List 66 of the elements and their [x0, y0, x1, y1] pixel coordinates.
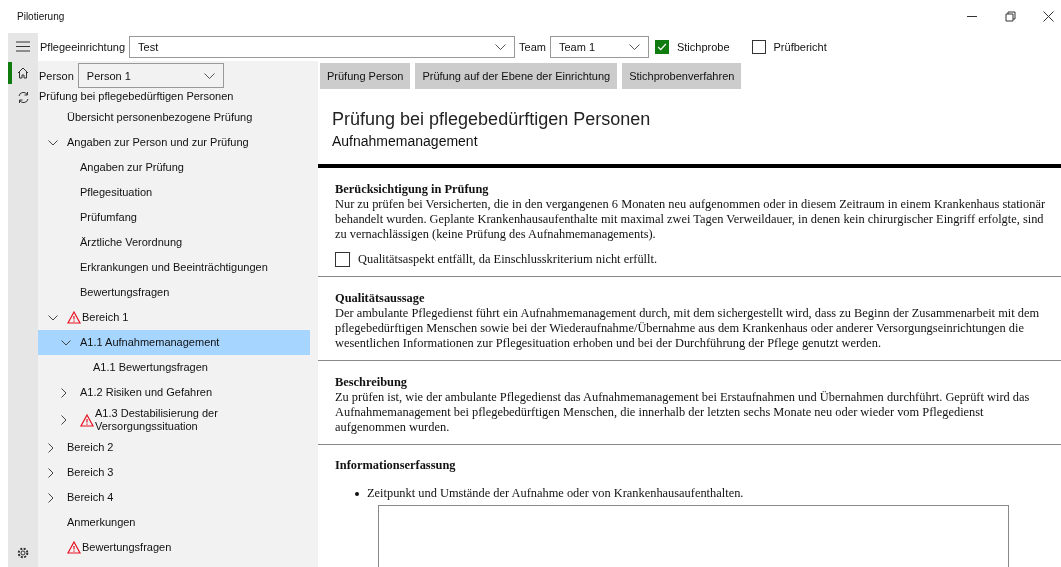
person-dropdown[interactable]: Person 1: [77, 63, 224, 88]
warning-icon: [67, 311, 81, 324]
tree-item[interactable]: Bereich 3: [38, 460, 310, 485]
tree-item[interactable]: Angaben zur Prüfung: [38, 155, 310, 180]
section-text: Zu prüfen ist, wie der ambulante Pflegedienst das Aufnahmemanagement bei Erstaufnahmen und Übernahmen durchführt. Geprüft wird das Aufnahmemanagement bei pflegebedürftigen Menschen, die innerhalb der letzten sechs Monate neu oder wieder vom Pflegedienst aufgenommen wurden.: [335, 390, 1031, 435]
section-heading: Beschreibung: [335, 375, 409, 390]
facility-dropdown[interactable]: Test: [129, 36, 515, 58]
tree-item[interactable]: A1.1 Aufnahmemanagement: [38, 330, 310, 355]
tree-item[interactable]: A1.2 Risiken und Gefahren: [38, 380, 310, 405]
page-title: Prüfung bei pflegebedürftigen Personen: [331, 109, 652, 130]
tree-item[interactable]: A1.3 Destabilisierung der Versorgungssituation: [38, 405, 310, 435]
tab-button[interactable]: Prüfung Person: [320, 63, 411, 89]
chevron-down-icon: [495, 44, 506, 50]
settings-icon[interactable]: [17, 547, 29, 559]
tree-item[interactable]: Übersicht personenbezogene Prüfung: [38, 105, 310, 130]
checkbox[interactable]: [335, 252, 350, 267]
chevron-right-icon[interactable]: [48, 492, 54, 503]
chevron-right-icon[interactable]: [48, 442, 54, 453]
tree-item[interactable]: A1.1 Bewertungsfragen: [38, 355, 310, 380]
checkbox[interactable]: [654, 40, 669, 54]
warning-icon: [67, 541, 81, 554]
tree-item[interactable]: Prüfumfang: [38, 205, 310, 230]
checkbox[interactable]: [751, 40, 766, 54]
tree-header: Prüfung bei pflegebedürftigen Personen: [38, 89, 235, 104]
page-subtitle: Aufnahmemanagement: [331, 133, 479, 149]
chevron-right-icon[interactable]: [61, 387, 67, 398]
tree-item[interactable]: Pflegesituation: [38, 180, 310, 205]
tree-item[interactable]: Ärztliche Verordnung: [38, 230, 310, 255]
tree-item[interactable]: Erkrankungen und Beeinträchtigungen: [38, 255, 310, 280]
chevron-right-icon[interactable]: [48, 467, 54, 478]
restore-icon[interactable]: [1005, 11, 1016, 22]
tree-item[interactable]: Bereich 4: [38, 485, 310, 510]
checkbox-label: Prüfbericht: [773, 41, 827, 53]
section-heading: Berücksichtigung in Prüfung: [335, 182, 490, 197]
facility-label: Pflegeeinrichtung: [40, 41, 125, 53]
team-dropdown[interactable]: Team 1: [549, 36, 649, 58]
tree-item[interactable]: Bewertungsfragen: [38, 280, 310, 305]
section-heading: Informationserfassung: [335, 458, 457, 473]
bullet-text: Zeitpunkt und Umstände der Aufnahme oder von Krankenhausaufenthalten.: [367, 486, 744, 501]
home-icon: [17, 67, 29, 79]
close-icon[interactable]: [1043, 11, 1054, 22]
tree-item[interactable]: Anmerkungen: [38, 510, 310, 535]
bullet-icon: [355, 491, 359, 496]
tree-item[interactable]: Bereich 2: [38, 435, 310, 460]
chevron-right-icon[interactable]: [61, 415, 67, 425]
person-label: Person: [39, 69, 74, 82]
tab-button[interactable]: Prüfung auf der Ebene der Einrichtung: [415, 63, 618, 89]
team-label: Team: [519, 41, 546, 53]
section-text: Der ambulante Pflegedienst führt ein Aufnahmemanagement durch, mit dem sichergestellt wird, dass zu Beginn der Zusammenarbeit mit dem pflegebedürftigen Menschen sowie bei der Wiederaufnahme/Übernahme aus dem Krankenhaus oder anderer Versorgungseinrichtungen die wesentlichen Informationen zur Pflegesituation erhoben und bei der Durchführung der Pflege genutzt werden.: [335, 306, 1041, 351]
menu-icon[interactable]: [16, 41, 30, 52]
section-text: Nur zu prüfen bei Versicherten, die in den vergangenen 6 Monaten neu aufgenommen oder in diesem Zeitraum in einem Krankenhaus stationär behandelt wurden. Geplante Krankenhausaufenthalte mit maximal zwei Tagen Verweildauer, in denen kein chirurgischer Eingriff erfolgte, sind zu vernachlässigen (keine Prüfung des Aufnahmemanagements).: [335, 197, 1047, 242]
chevron-down-icon: [203, 72, 215, 79]
chevron-down-icon[interactable]: [48, 314, 58, 321]
chevron-down-icon[interactable]: [48, 139, 58, 146]
checkbox-label: Qualitätsaspekt entfällt, da Einschlusskriterium nicht erfüllt.: [358, 252, 658, 267]
tree-item[interactable]: Bewertungsfragen: [38, 535, 310, 560]
section-heading: Qualitätsaussage: [335, 291, 426, 306]
window-title: Pilotierung: [17, 11, 65, 22]
tree-item[interactable]: Bereich 1: [38, 305, 310, 330]
checkbox-label: Stichprobe: [676, 41, 730, 53]
tab-button[interactable]: Stichprobenverfahren: [622, 63, 742, 89]
sync-icon: [16, 90, 30, 104]
warning-icon: [80, 413, 94, 427]
chevron-down-icon: [628, 44, 640, 50]
chevron-down-icon[interactable]: [61, 339, 71, 346]
tree-item[interactable]: Angaben zur Person und zur Prüfung: [38, 130, 310, 155]
